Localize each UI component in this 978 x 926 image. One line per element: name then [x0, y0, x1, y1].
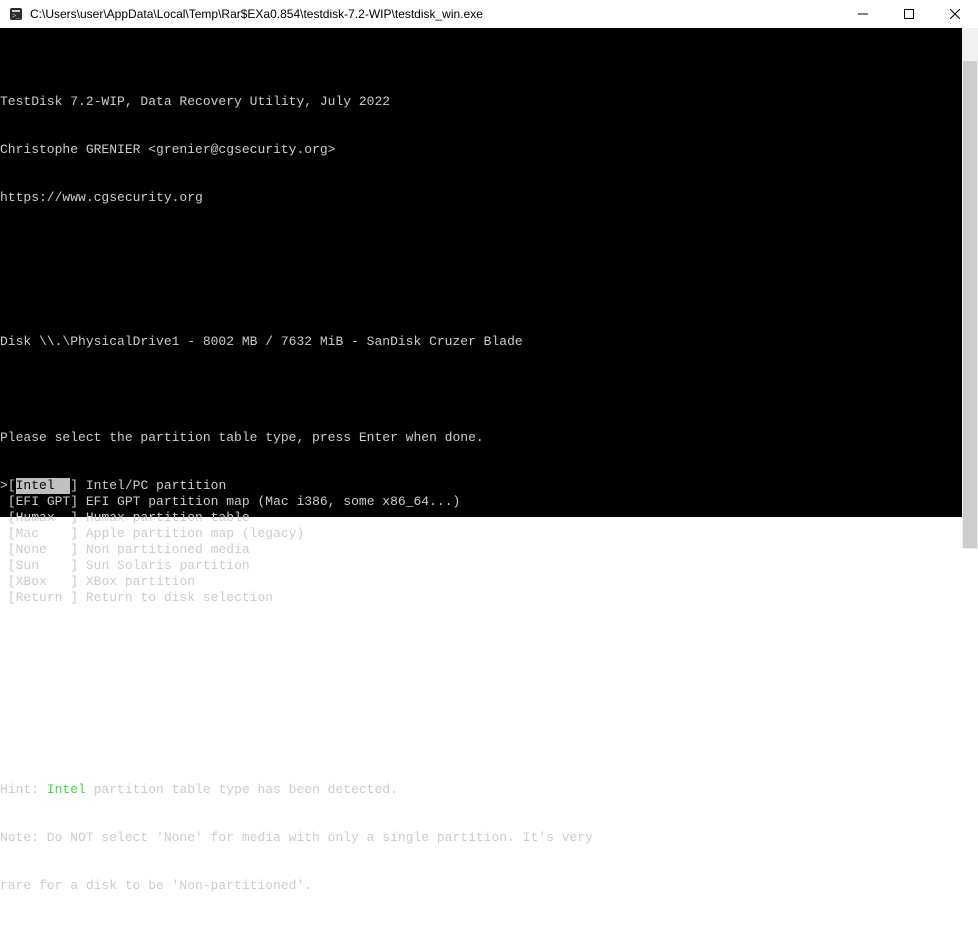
menu-description: Apple partition map (legacy) — [86, 526, 304, 542]
menu-marker — [0, 526, 8, 542]
menu-marker — [0, 558, 8, 574]
bracket-open: [ — [8, 494, 16, 510]
bracket-open: [ — [8, 526, 16, 542]
menu-key: Mac — [16, 526, 71, 542]
menu-description: EFI GPT partition map (Mac i386, some x8… — [86, 494, 460, 510]
window-titlebar: >_ C:\Users\user\AppData\Local\Temp\Rar$… — [0, 0, 978, 28]
menu-item-humax[interactable]: [Humax ] Humax partition table — [0, 510, 962, 526]
close-button[interactable] — [932, 0, 978, 28]
window-controls — [840, 0, 978, 28]
menu-item-return[interactable]: [Return ] Return to disk selection — [0, 590, 962, 606]
maximize-button[interactable] — [886, 0, 932, 28]
app-icon: >_ — [8, 6, 24, 22]
window-title: C:\Users\user\AppData\Local\Temp\Rar$EXa… — [30, 7, 840, 21]
blank-line — [0, 238, 962, 254]
bracket-close: ] — [70, 558, 86, 574]
vertical-scrollbar[interactable] — [962, 28, 978, 517]
partition-type-menu[interactable]: >[Intel ] Intel/PC partition [EFI GPT] E… — [0, 478, 962, 606]
menu-description: Non partitioned media — [86, 542, 250, 558]
menu-marker — [0, 574, 8, 590]
header-line-1: TestDisk 7.2-WIP, Data Recovery Utility,… — [0, 94, 962, 110]
menu-key: XBox — [16, 574, 71, 590]
bracket-close: ] — [70, 526, 86, 542]
menu-item-intel[interactable]: >[Intel ] Intel/PC partition — [0, 478, 962, 494]
bracket-open: [ — [8, 558, 16, 574]
blank-line — [0, 286, 962, 302]
header-line-3: https://www.cgsecurity.org — [0, 190, 962, 206]
bracket-close: ] — [70, 574, 86, 590]
scrollbar-thumb[interactable] — [962, 60, 978, 549]
menu-key: None — [16, 542, 71, 558]
menu-item-xbox[interactable]: [XBox ] XBox partition — [0, 574, 962, 590]
hint-line: Hint: Intel partition table type has bee… — [0, 782, 962, 798]
bracket-close: ] — [70, 510, 86, 526]
menu-description: Return to disk selection — [86, 590, 273, 606]
menu-marker: > — [0, 478, 8, 494]
menu-description: Sun Solaris partition — [86, 558, 250, 574]
bracket-close: ] — [70, 478, 86, 494]
menu-item-sun[interactable]: [Sun ] Sun Solaris partition — [0, 558, 962, 574]
bracket-close: ] — [70, 494, 86, 510]
menu-marker — [0, 494, 8, 510]
menu-description: Humax partition table — [86, 510, 250, 526]
menu-marker — [0, 590, 8, 606]
menu-key: Sun — [16, 558, 71, 574]
menu-key: Intel — [16, 478, 71, 494]
bracket-open: [ — [8, 590, 16, 606]
select-prompt: Please select the partition table type, … — [0, 430, 962, 446]
minimize-button[interactable] — [840, 0, 886, 28]
menu-key: Return — [16, 590, 71, 606]
bracket-open: [ — [8, 574, 16, 590]
bracket-open: [ — [8, 542, 16, 558]
menu-description: XBox partition — [86, 574, 195, 590]
disk-info: Disk \\.\PhysicalDrive1 - 8002 MB / 7632… — [0, 334, 962, 350]
blank-line — [0, 638, 962, 654]
svg-text:>_: >_ — [12, 13, 21, 21]
menu-key: Humax — [16, 510, 71, 526]
bracket-open: [ — [8, 510, 16, 526]
menu-item-efi-gpt[interactable]: [EFI GPT] EFI GPT partition map (Mac i38… — [0, 494, 962, 510]
menu-key: EFI GPT — [16, 494, 71, 510]
note-line-1: Note: Do NOT select 'None' for media wit… — [0, 830, 962, 846]
menu-marker — [0, 542, 8, 558]
bracket-open: [ — [8, 478, 16, 494]
blank-line — [0, 686, 962, 702]
blank-line — [0, 382, 962, 398]
note-line-2: rare for a disk to be 'Non-partitioned'. — [0, 878, 962, 894]
header-line-2: Christophe GRENIER <grenier@cgsecurity.o… — [0, 142, 962, 158]
bracket-close: ] — [70, 542, 86, 558]
menu-description: Intel/PC partition — [86, 478, 226, 494]
terminal-area[interactable]: TestDisk 7.2-WIP, Data Recovery Utility,… — [0, 28, 978, 517]
menu-item-mac[interactable]: [Mac ] Apple partition map (legacy) — [0, 526, 962, 542]
bracket-close: ] — [70, 590, 86, 606]
menu-item-none[interactable]: [None ] Non partitioned media — [0, 542, 962, 558]
blank-line — [0, 734, 962, 750]
menu-marker — [0, 510, 8, 526]
hint-highlight: Intel — [47, 782, 86, 797]
